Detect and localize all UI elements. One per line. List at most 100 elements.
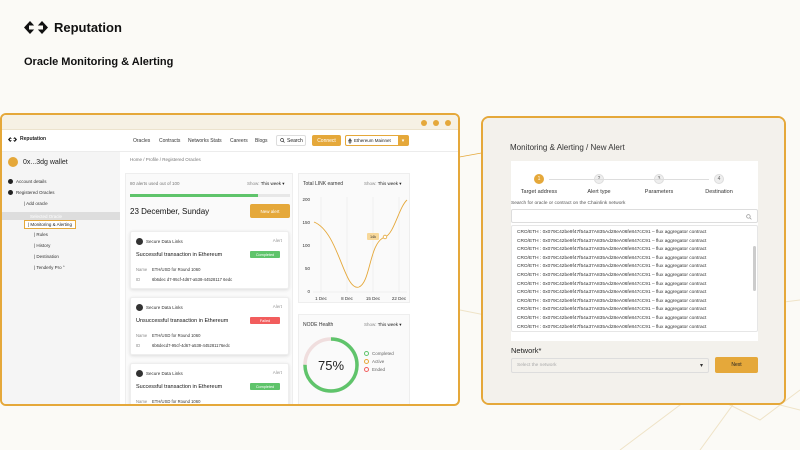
show-label: Show:: [247, 181, 260, 186]
alert-id: ID 6b6dec d7-95cf-4d67-a538-44528117 6edc: [136, 277, 232, 282]
network-selector[interactable]: Ethereum Mainnet ▾: [345, 135, 409, 146]
meta-value: ETH/USD for Round 1060: [152, 333, 201, 338]
step-alert-type[interactable]: 2Alert type: [569, 174, 629, 195]
new-alert-window: Monitoring & Alerting / New Alert 1 Targe…: [481, 116, 786, 405]
list-item[interactable]: CRO/ETH : 0x079C42be9f47f54a37A835Ad28eA…: [512, 315, 757, 324]
alerts-panel: 80 alerts used out of 100 Show: This wee…: [125, 173, 293, 404]
list-item[interactable]: CRO/ETH : 0x079C42be9f47f54a37A835Ad28eA…: [512, 281, 757, 290]
sidebar-item-add-oracle[interactable]: | Add oracle: [24, 201, 48, 206]
legend-item: Active: [364, 359, 394, 364]
sidebar: 0x...3dg wallet Account details Register…: [2, 152, 120, 404]
search-label: Search for oracle or contract on the Cha…: [511, 201, 626, 206]
window-titlebar: [2, 115, 458, 130]
alert-card[interactable]: Secure Data Links Alert Successful trans…: [130, 231, 289, 289]
alert-card[interactable]: Secure Data Links Alert Unsuccessful tra…: [130, 297, 289, 355]
sidebar-item-rules[interactable]: | Rules: [34, 232, 48, 237]
meta-label: ID: [136, 277, 141, 282]
node-health-ring: 75%: [303, 337, 359, 393]
alert-name: Name ETH/USD for Round 1060: [136, 333, 200, 338]
sidebar-item-monitoring[interactable]: | Monitoring & Alerting: [24, 220, 76, 229]
search-button[interactable]: Search: [276, 135, 306, 146]
node-health-title: NODE Health: [303, 322, 334, 328]
list-item[interactable]: CRO/ETH : 0x079C42be9f47f54a37A835Ad28eA…: [512, 246, 757, 255]
data-link-icon: [136, 238, 143, 245]
alerts-show-filter[interactable]: Show: This week ▾: [247, 181, 284, 187]
wallet-avatar: [8, 157, 18, 167]
chart-title: Total LINK earned: [303, 181, 344, 187]
alert-source-label: Secure Data Links: [146, 371, 183, 376]
step-target-address[interactable]: 1 Target address: [509, 174, 569, 195]
alert-id: ID 6b6decd7-95cf-4d67-a538-445281176edc: [136, 343, 230, 348]
list-item[interactable]: CRO/ETH : 0x079C42be9f47f54a37A835Ad28eA…: [512, 272, 757, 281]
window-dot[interactable]: [433, 120, 439, 126]
network-label: Ethereum Mainnet: [354, 138, 391, 143]
link-earned-line: [313, 199, 408, 288]
step-destination[interactable]: 4 Destination: [689, 174, 749, 195]
sidebar-item-registered[interactable]: Registered Oracles: [8, 190, 55, 195]
sidebar-item-history[interactable]: | History: [34, 243, 50, 248]
window-dot[interactable]: [445, 120, 451, 126]
search-label: Search: [287, 137, 303, 144]
status-badge: Completed: [250, 251, 280, 258]
alerts-date: 23 December, Sunday: [130, 207, 210, 216]
alert-type: Alert: [272, 304, 282, 309]
network-select[interactable]: Select the network ▾: [511, 358, 709, 373]
list-item[interactable]: CRO/ETH : 0x079C42be9f47f54a37A835Ad28eA…: [512, 263, 757, 272]
oracle-search-input[interactable]: [511, 209, 758, 223]
sidebar-item-tenderly[interactable]: | Tenderly Pro °: [34, 265, 65, 270]
alert-type: Alert: [272, 238, 282, 243]
show-value: This week: [377, 181, 398, 186]
list-item[interactable]: CRO/ETH : 0x079C42be9f47f54a37A835Ad28eA…: [512, 298, 757, 307]
nav-contracts[interactable]: Contracts: [159, 138, 180, 144]
list-item[interactable]: CRO/ETH : 0x079C42be9f47f54a37A835Ad28eA…: [512, 229, 757, 238]
ethereum-icon: [348, 137, 352, 144]
step-parameters[interactable]: 3Parameters: [629, 174, 689, 195]
list-item[interactable]: CRO/ETH : 0x079C42be9f47f54a37A835Ad28eA…: [512, 238, 757, 247]
status-badge: Failed: [250, 317, 280, 324]
list-item[interactable]: CRO/ETH : 0x079C42be9f47f54a37A835Ad28eA…: [512, 306, 757, 315]
nav-blogs[interactable]: Blogs: [255, 138, 268, 144]
sidebar-selected-bar[interactable]: Selected Oracle: [2, 212, 120, 220]
nav-network-stats[interactable]: Networks Stats: [188, 138, 222, 144]
alert-title: Successful transaction in Ethereum: [136, 384, 223, 390]
chart-point[interactable]: [382, 234, 388, 240]
legend-dot-icon: [364, 359, 369, 364]
connect-button[interactable]: Connect: [312, 135, 341, 146]
nav-careers[interactable]: Careers: [230, 138, 248, 144]
sidebar-item-label: Account details: [16, 179, 47, 184]
step-label: Parameters: [644, 189, 674, 195]
alerts-progress: [130, 194, 290, 197]
health-percent: 75%: [318, 358, 344, 373]
alerts-progress-fill: [130, 194, 258, 197]
x-tick: 8 Dec: [341, 296, 354, 301]
sidebar-item-selected-oracle: Selected Oracle: [30, 213, 63, 219]
step-label: Alert type: [587, 189, 611, 195]
alert-name: Name ETH/USD for Round 1060: [136, 399, 200, 404]
sidebar-item-account[interactable]: Account details: [8, 179, 47, 184]
list-scrollbar[interactable]: [753, 246, 756, 291]
app-logo[interactable]: Reputation: [8, 136, 46, 142]
chart-show-filter[interactable]: Show: This week ▾: [364, 181, 401, 187]
legend-dot-icon: [364, 351, 369, 356]
nav-oracles[interactable]: Oracles: [133, 138, 150, 144]
list-item[interactable]: CRO/ETH : 0x079C42be9f47f54a37A835Ad28eA…: [512, 255, 757, 264]
new-alert-button[interactable]: New alert: [250, 204, 290, 218]
list-item[interactable]: CRO/ETH : 0x079C42be9f47f54a37A835Ad28eA…: [512, 324, 757, 331]
y-tick: 200: [302, 197, 310, 202]
node-show-filter[interactable]: Show: This week ▾: [364, 322, 401, 328]
chart-tooltip-text: 14k: [370, 235, 376, 239]
window-dot[interactable]: [421, 120, 427, 126]
alert-source: Secure Data Links: [136, 370, 183, 377]
next-button[interactable]: Next: [715, 357, 758, 373]
top-nav: Reputation Oracles Contracts Networks St…: [2, 130, 458, 152]
alert-card[interactable]: Secure Data Links Alert Successful trans…: [130, 363, 289, 404]
meta-label: ID: [136, 343, 141, 348]
show-value: This week: [377, 322, 398, 327]
meta-value: ETH/USD for Round 1060: [152, 399, 201, 404]
x-tick: 15 Dec: [366, 296, 381, 301]
sidebar-item-destination[interactable]: | Destination: [34, 254, 59, 259]
oracle-options-list: CRO/ETH : 0x079C42be9f47f54a37A835Ad28eA…: [511, 225, 758, 332]
wallet-info[interactable]: 0x...3dg wallet: [8, 157, 68, 167]
list-item[interactable]: CRO/ETH : 0x079C42be9f47f54a37A835Ad28eA…: [512, 289, 757, 298]
legend-item: Ended: [364, 367, 394, 372]
